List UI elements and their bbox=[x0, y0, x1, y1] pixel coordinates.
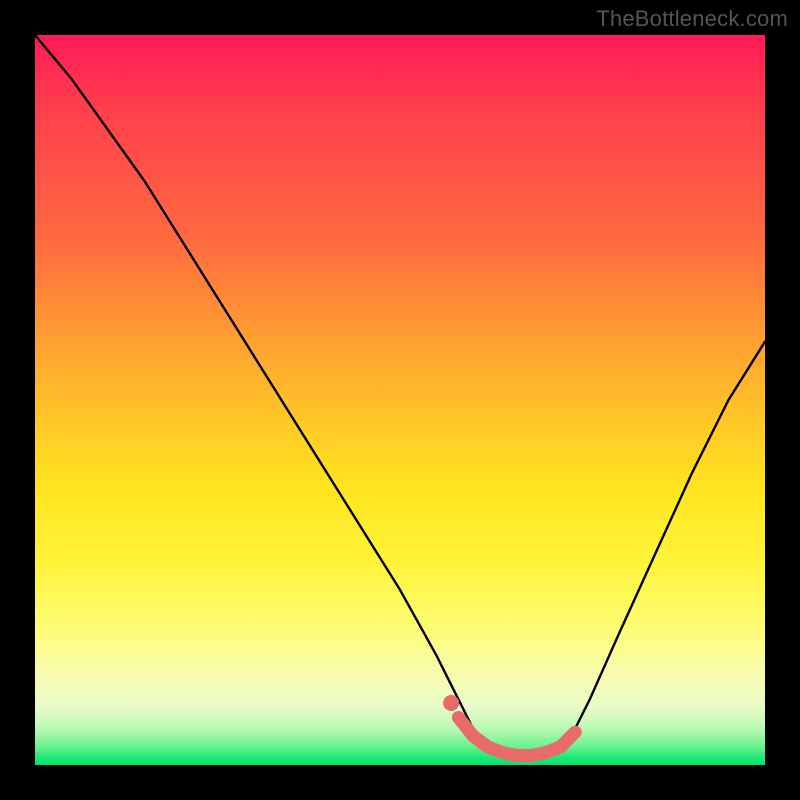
chart-frame: TheBottleneck.com bbox=[0, 0, 800, 800]
highlight-segment bbox=[458, 718, 575, 756]
highlight-start-dot bbox=[443, 695, 459, 711]
watermark-text: TheBottleneck.com bbox=[596, 6, 788, 32]
bottleneck-curve bbox=[35, 35, 765, 761]
plot-area bbox=[35, 35, 765, 765]
curve-layer bbox=[35, 35, 765, 765]
